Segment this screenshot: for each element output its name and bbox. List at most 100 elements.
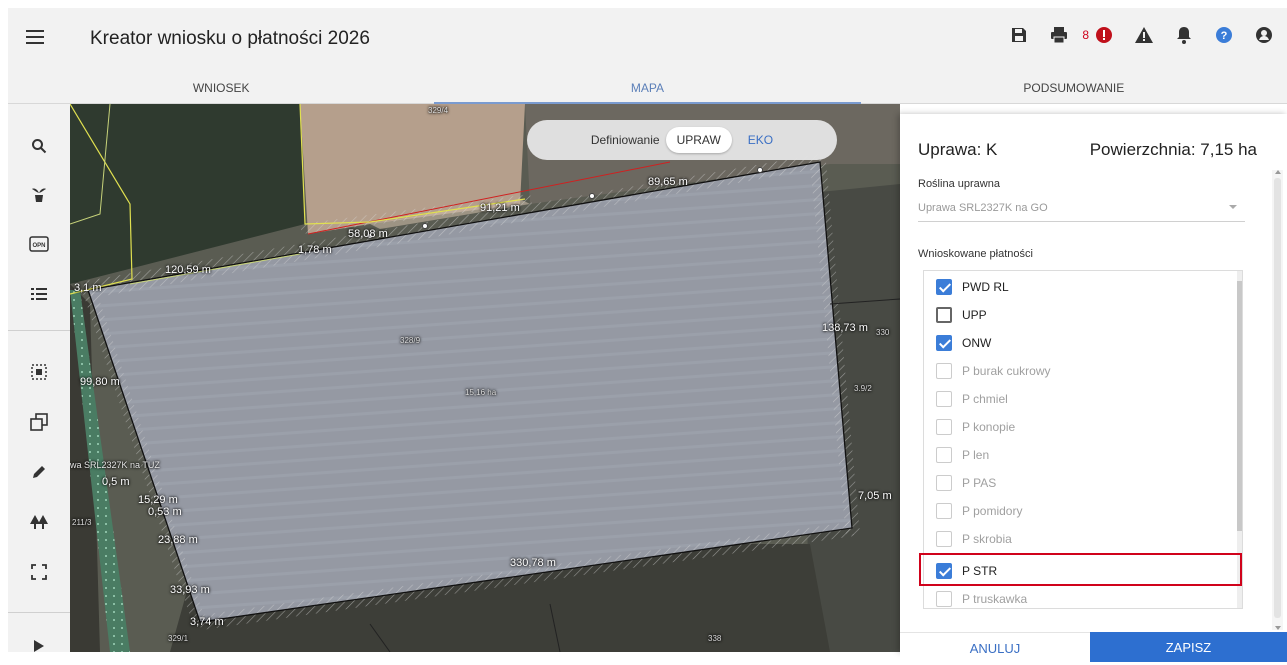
checkbox [936,531,952,547]
dimension-label: 138,73 m [822,322,868,334]
parcel-label: 328/9 [400,336,421,345]
dimension-label: 33,93 m [170,584,210,596]
copy-geometry-icon[interactable] [27,410,51,434]
dimension-label: 99,80 m [80,376,120,388]
save-icon[interactable] [1008,24,1030,46]
payment-label: P skrobia [962,532,1012,546]
scrollbar-thumb[interactable] [1274,178,1281,618]
top-toolbar: 8 ? [990,22,1287,48]
dimension-label: 3,1 m [74,282,102,294]
map-tools-sidebar: OPN [8,104,70,652]
toolbar-divider [8,330,70,331]
payment-label: P len [962,448,990,462]
checkbox [936,591,952,607]
payment-item-p-burak-cukrowy: P burak cukrowy [924,357,1238,385]
payment-item-p-pomidory: P pomidory [924,497,1238,525]
area-value: Powierzchnia: 7,15 ha [1089,140,1257,159]
crop-select[interactable]: Uprawa SRL2327K na GO [918,202,1048,214]
tab-mapa[interactable]: MAPA [434,74,861,104]
dimension-label: 89,65 m [648,176,688,188]
cancel-button[interactable]: ANULUJ [900,632,1090,662]
payment-label: UPP [962,308,987,322]
crop-details-panel: Uprawa: K Powierzchnia: 7,15 ha Roślina … [900,114,1287,662]
help-icon[interactable]: ? [1213,24,1235,46]
payment-label: P burak cukrowy [962,364,1051,378]
dimension-label: 0,5 m [102,476,130,488]
svg-text:OPN: OPN [32,243,45,249]
checkbox [936,503,952,519]
save-button[interactable]: ZAPISZ [1090,632,1287,662]
crop-title: Uprawa: K [918,140,998,159]
bell-icon[interactable] [1173,24,1195,46]
payment-label: P truskawka [962,592,1028,606]
parcel-label: 329/1 [168,634,189,643]
scroll-down-icon[interactable] [1275,626,1281,630]
trees-icon[interactable] [27,510,51,534]
dimension-label: 1,78 m [298,244,332,256]
main-tabs: WNIOSEK MAPA PODSUMOWANIE [8,74,1287,104]
checkbox [936,419,952,435]
payment-item-p-pas: P PAS [924,469,1238,497]
dimension-label: 120,59 m [165,264,211,276]
payment-item-p-len: P len [924,441,1238,469]
checkbox[interactable] [936,307,952,323]
menu-icon[interactable] [26,30,44,44]
parcel-label: 3.9/2 [854,384,872,393]
payments-label: Wnioskowane płatności [918,248,1033,260]
crop-label: wa SRL2327K na TUZ [70,460,160,470]
alert-triangle-icon[interactable] [1133,24,1155,46]
list-icon[interactable] [27,282,51,306]
parcel-label: 211/3 [72,518,92,527]
tab-podsumowanie[interactable]: PODSUMOWANIE [861,74,1287,103]
dimension-label: 58,08 m [348,228,388,240]
payment-label: P chmiel [962,392,1008,406]
checkbox [936,391,952,407]
payment-item-p-truskawka: P truskawka [924,585,1238,608]
account-icon[interactable] [1253,24,1275,46]
payment-label: PWD RL [962,280,1009,294]
payment-item-pwd-rl[interactable]: PWD RL [924,273,1238,301]
checkbox [936,363,952,379]
print-icon[interactable] [1048,24,1070,46]
app-title: Kreator wniosku o płatności 2026 [90,28,370,49]
frame-select-icon[interactable] [27,560,51,584]
panel-scrollbar[interactable] [1272,170,1283,630]
payment-item-p-skrobia: P skrobia [924,525,1238,553]
opn-icon[interactable]: OPN [27,232,51,256]
scrollbar-thumb[interactable] [1237,281,1242,531]
map-view[interactable]: 91,21 m 89,65 m 58,08 m 1,78 m 120,59 m … [70,104,900,652]
crop-select-underline [918,221,1245,222]
map-imagery [70,104,900,652]
payment-label: P pomidory [962,504,1023,518]
payment-label: P konopie [962,420,1016,434]
top-bar: Kreator wniosku o płatności 2026 8 ? [8,8,1287,74]
payment-item-upp[interactable]: UPP [924,301,1238,329]
plant-icon[interactable] [27,182,51,206]
select-area-icon[interactable] [27,360,51,384]
payment-label: P PAS [962,476,997,490]
dimension-label: 91,21 m [480,202,520,214]
checkbox[interactable] [936,335,952,351]
crop-field-label: Roślina uprawna [918,178,1000,190]
dimension-label: 0,53 m [148,506,182,518]
mode-eko-button[interactable]: EKO [748,133,773,147]
checkbox[interactable] [936,279,952,295]
toolbar-divider [8,612,70,613]
tab-wniosek[interactable]: WNIOSEK [8,74,434,103]
search-icon[interactable] [27,134,51,158]
chevron-down-icon[interactable] [1229,205,1237,209]
cursor-icon[interactable] [27,634,51,658]
pencil-icon[interactable] [27,460,51,484]
payment-item-onw[interactable]: ONW [924,329,1238,357]
definition-label: Definiowanie [590,133,660,147]
payment-item-p-konopie: P konopie [924,413,1238,441]
dimension-label: 3,74 m [190,616,224,628]
dimension-label: 15,29 m [138,494,178,506]
dimension-label: 330,78 m [510,557,556,569]
dimension-label: 7,05 m [858,490,892,502]
error-icon[interactable] [1093,24,1115,46]
scroll-up-icon[interactable] [1275,170,1281,174]
warning-count: 8 [1082,28,1089,42]
mode-upraw-button[interactable]: UPRAW [665,127,732,153]
parcel-label: 338 [708,634,722,643]
